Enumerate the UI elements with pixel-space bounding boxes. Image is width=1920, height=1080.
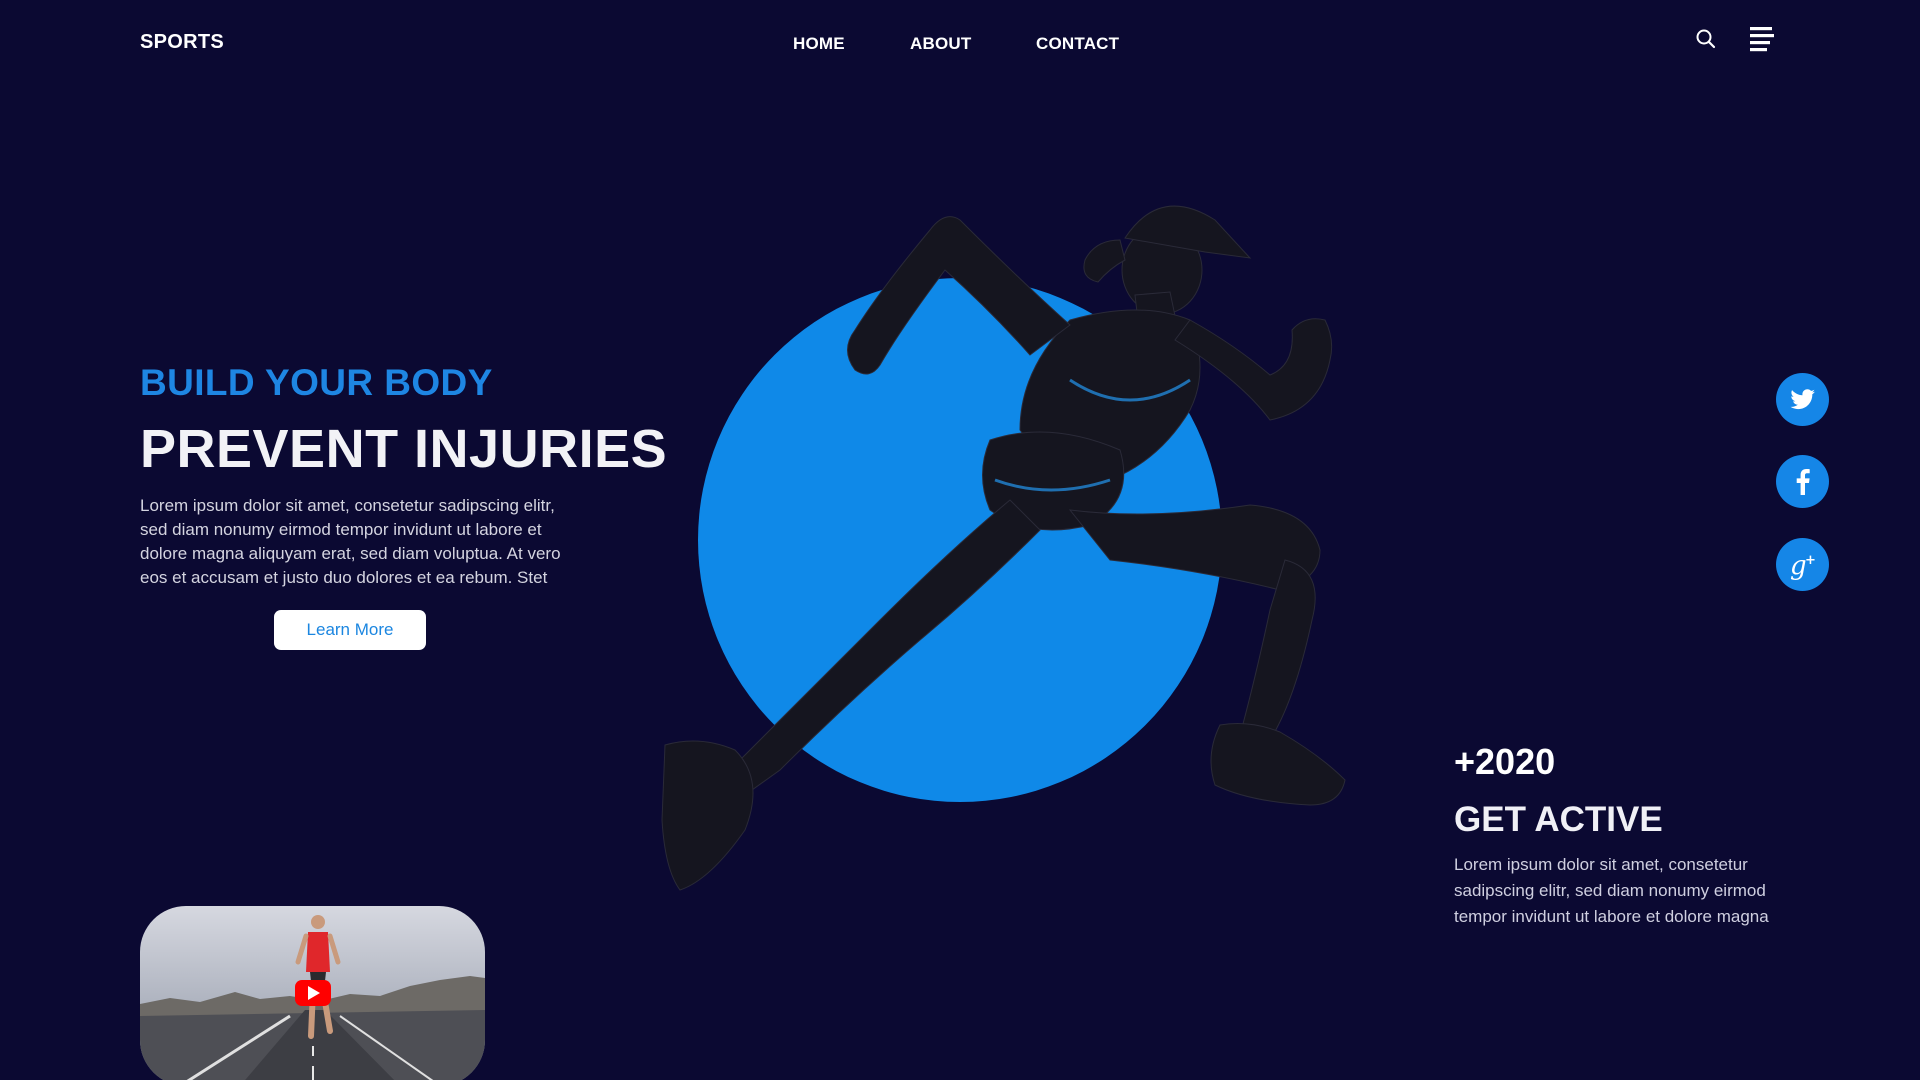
stat-description: Lorem ipsum dolor sit amet, consetetur s… (1454, 855, 1769, 926)
google-plus-button[interactable]: g + (1776, 538, 1829, 591)
learn-more-button[interactable]: Learn More (274, 610, 426, 650)
menu-icon[interactable] (1748, 26, 1776, 52)
video-image (140, 906, 485, 1080)
hero-kicker: BUILD YOUR BODY (140, 362, 493, 403)
search-icon[interactable] (1694, 27, 1718, 51)
twitter-icon (1789, 388, 1815, 409)
nav-home[interactable]: HOME (793, 34, 845, 54)
nav-contact[interactable]: CONTACT (1036, 34, 1119, 54)
google-plus-icon: g + (1790, 551, 1816, 580)
facebook-button[interactable] (1776, 455, 1829, 508)
main-nav: HOME ABOUT CONTACT (0, 34, 1920, 58)
stat-title: GET ACTIVE (1454, 800, 1663, 839)
video-thumbnail[interactable] (140, 906, 485, 1080)
runner-image (661, 205, 1346, 891)
twitter-button[interactable] (1776, 373, 1829, 426)
nav-about[interactable]: ABOUT (910, 34, 971, 54)
svg-text:+: + (1805, 553, 1816, 568)
facebook-icon (1796, 468, 1810, 495)
stat-number: +2020 (1454, 741, 1556, 782)
hero-description: Lorem ipsum dolor sit amet, consetetur s… (140, 496, 561, 587)
